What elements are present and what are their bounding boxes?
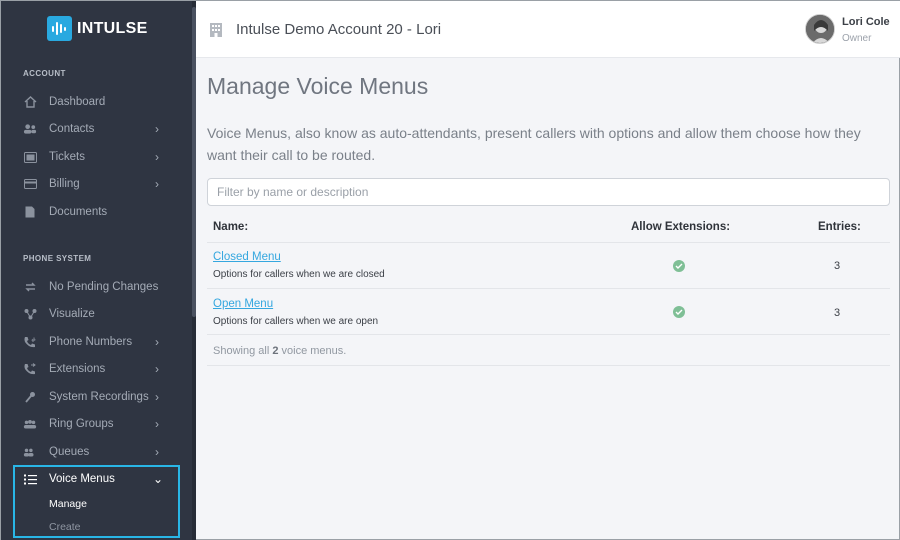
phone-forward-icon bbox=[23, 362, 37, 376]
row-divider bbox=[207, 334, 890, 335]
sidebar-item-billing[interactable]: Billing › bbox=[1, 171, 191, 197]
row-divider bbox=[207, 365, 890, 366]
queue-icon bbox=[23, 445, 37, 459]
chevron-down-icon: ⌄ bbox=[153, 472, 164, 486]
sidebar-item-label: Queues bbox=[49, 446, 90, 458]
summary-count: 2 bbox=[272, 345, 279, 357]
voice-menu-description: Options for callers when we are closed bbox=[213, 269, 385, 280]
row-divider bbox=[207, 242, 890, 243]
contacts-icon bbox=[23, 122, 37, 136]
voice-menu-link-open[interactable]: Open Menu bbox=[213, 298, 273, 310]
sidebar-item-label: Tickets bbox=[49, 151, 85, 163]
sidebar-item-label: Visualize bbox=[49, 308, 95, 320]
chevron-right-icon: › bbox=[155, 362, 159, 376]
sidebar-item-voice-menus[interactable]: Voice Menus ⌄ bbox=[1, 466, 191, 492]
svg-text:#: # bbox=[31, 337, 36, 344]
sidebar-item-label: Voice Menus bbox=[49, 473, 115, 485]
filter-input[interactable] bbox=[207, 178, 890, 206]
check-circle-icon bbox=[673, 306, 685, 318]
sidebar-subitem-manage[interactable]: Manage bbox=[49, 498, 87, 510]
sidebar-item-documents[interactable]: Documents bbox=[1, 199, 191, 225]
page-title: Manage Voice Menus bbox=[207, 73, 429, 99]
entries-count: 3 bbox=[834, 260, 841, 272]
document-icon bbox=[23, 205, 37, 219]
chevron-right-icon: › bbox=[155, 177, 159, 191]
row-divider bbox=[207, 288, 890, 289]
building-icon bbox=[210, 23, 222, 42]
voice-menu-description: Options for callers when we are open bbox=[213, 316, 379, 327]
sidebar-item-contacts[interactable]: Contacts › bbox=[1, 116, 191, 142]
sidebar-scrollbar[interactable] bbox=[192, 1, 196, 540]
chevron-right-icon: › bbox=[155, 390, 159, 404]
sidebar-item-phone-numbers[interactable]: # Phone Numbers › bbox=[1, 329, 191, 355]
sidebar-item-label: Documents bbox=[49, 206, 108, 218]
sidebar: INTULSE ACCOUNT Dashboard Contacts › Tic… bbox=[1, 1, 196, 540]
sidebar-item-extensions[interactable]: Extensions › bbox=[1, 356, 191, 382]
section-label-account: ACCOUNT bbox=[23, 69, 66, 78]
sidebar-subitem-create[interactable]: Create bbox=[49, 521, 81, 533]
user-role: Owner bbox=[842, 33, 872, 44]
group-icon bbox=[23, 417, 37, 431]
sidebar-item-label: Phone Numbers bbox=[49, 336, 133, 348]
entries-count: 3 bbox=[834, 307, 841, 319]
logo-waveform-icon bbox=[47, 16, 72, 41]
ticket-icon bbox=[23, 150, 37, 164]
avatar[interactable] bbox=[805, 14, 835, 44]
logo-text: INTULSE bbox=[77, 19, 148, 37]
column-header-entries: Entries: bbox=[818, 221, 861, 233]
sidebar-item-no-pending-changes[interactable]: No Pending Changes bbox=[1, 274, 191, 300]
chevron-right-icon: › bbox=[155, 122, 159, 136]
account-name: Intulse Demo Account 20 - Lori bbox=[236, 21, 442, 38]
network-icon bbox=[23, 307, 37, 321]
microphone-icon bbox=[23, 390, 37, 404]
sidebar-item-dashboard[interactable]: Dashboard bbox=[1, 89, 191, 115]
sidebar-item-label: Extensions bbox=[49, 363, 106, 375]
sidebar-item-queues[interactable]: Queues › bbox=[1, 439, 191, 465]
table-summary: Showing all 2 voice menus. bbox=[213, 345, 346, 357]
sidebar-item-system-recordings[interactable]: System Recordings › bbox=[1, 384, 191, 410]
phone-hash-icon: # bbox=[23, 335, 37, 349]
sync-icon bbox=[23, 280, 37, 294]
home-icon bbox=[23, 95, 37, 109]
chevron-right-icon: › bbox=[155, 445, 159, 459]
section-label-phone-system: PHONE SYSTEM bbox=[23, 254, 92, 263]
column-header-name: Name: bbox=[213, 221, 249, 233]
sidebar-item-label: Billing bbox=[49, 178, 80, 190]
logo[interactable]: INTULSE bbox=[47, 16, 148, 41]
chevron-right-icon: › bbox=[155, 150, 159, 164]
top-header: Intulse Demo Account 20 - Lori Lori Cole… bbox=[196, 1, 900, 58]
list-icon bbox=[23, 472, 37, 486]
chevron-right-icon: › bbox=[155, 417, 159, 431]
user-name[interactable]: Lori Cole bbox=[842, 16, 890, 28]
sidebar-item-tickets[interactable]: Tickets › bbox=[1, 144, 191, 170]
chevron-right-icon: › bbox=[155, 335, 159, 349]
voice-menu-link-closed[interactable]: Closed Menu bbox=[213, 251, 281, 263]
sidebar-item-label: Contacts bbox=[49, 123, 95, 135]
sidebar-item-ring-groups[interactable]: Ring Groups › bbox=[1, 411, 191, 437]
sidebar-item-label: Dashboard bbox=[49, 96, 106, 108]
sidebar-item-label: No Pending Changes bbox=[49, 281, 159, 293]
sidebar-item-label: System Recordings bbox=[49, 391, 149, 403]
sidebar-item-visualize[interactable]: Visualize bbox=[1, 301, 191, 327]
page-description: Voice Menus, also know as auto-attendant… bbox=[207, 125, 861, 163]
summary-suffix: voice menus. bbox=[281, 345, 347, 357]
check-circle-icon bbox=[673, 260, 685, 272]
sidebar-item-label: Ring Groups bbox=[49, 418, 114, 430]
summary-prefix: Showing all bbox=[213, 345, 270, 357]
credit-card-icon bbox=[23, 177, 37, 191]
column-header-allow-extensions: Allow Extensions: bbox=[631, 221, 731, 233]
